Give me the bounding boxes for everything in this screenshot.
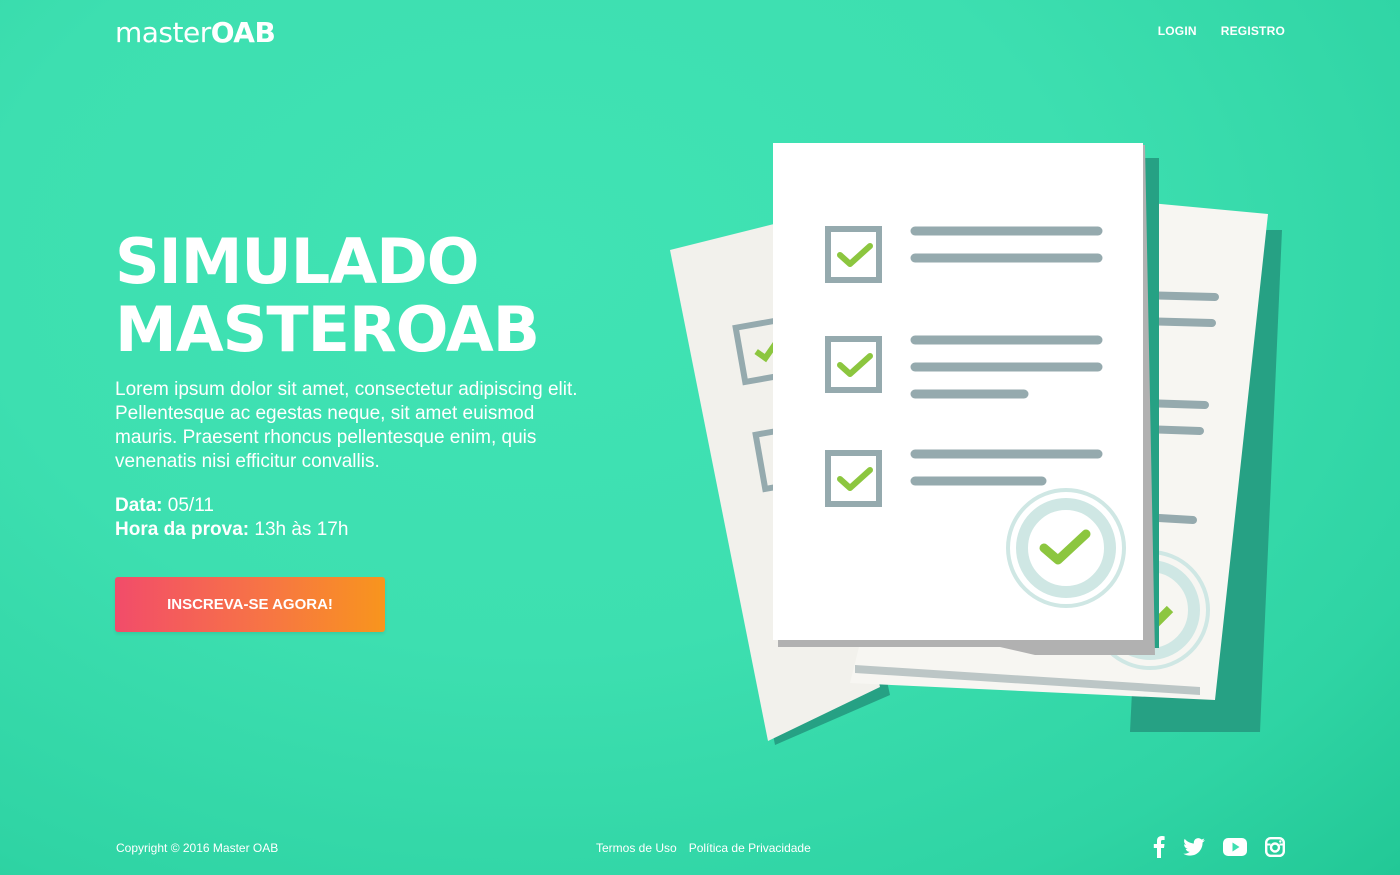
exam-time-value: 13h às 17h [254,519,349,540]
hero-title-line2: MASTEROAB [115,293,540,366]
signup-cta-button[interactable]: INSCREVA-SE AGORA! [115,577,385,632]
terms-link[interactable]: Termos de Uso [596,841,677,855]
social-links [1153,836,1286,858]
hero-title-line1: SIMULADO [115,225,479,298]
login-link[interactable]: LOGIN [1158,24,1197,38]
twitter-icon[interactable] [1183,838,1205,856]
privacy-link[interactable]: Política de Privacidade [689,841,811,855]
register-link[interactable]: REGISTRO [1221,24,1285,38]
logo-text-light: master [115,16,211,49]
top-nav: LOGIN REGISTRO [1158,24,1285,38]
footer-links: Termos de Uso Política de Privacidade [596,841,811,855]
exam-info: Data: 05/11 Hora da prova: 13h às 17h [115,494,348,542]
instagram-icon[interactable] [1265,837,1286,858]
facebook-icon[interactable] [1153,836,1165,858]
logo[interactable]: masterOAB [115,14,276,52]
exam-time-label: Hora da prova: [115,519,250,540]
front-paper [773,143,1159,655]
hero-title: SIMULADO MASTEROAB [115,225,540,366]
exam-time: Hora da prova: 13h às 17h [115,518,348,542]
exam-date-value: 05/11 [167,495,214,516]
exam-date: Data: 05/11 [115,494,348,518]
youtube-icon[interactable] [1223,838,1247,856]
exam-date-label: Data: [115,495,163,516]
logo-text-bold: OAB [210,16,276,49]
hero-description: Lorem ipsum dolor sit amet, consectetur … [115,379,578,472]
checklist-documents-illustration [660,135,1300,760]
footer-copyright: Copyright © 2016 Master OAB [116,841,279,855]
